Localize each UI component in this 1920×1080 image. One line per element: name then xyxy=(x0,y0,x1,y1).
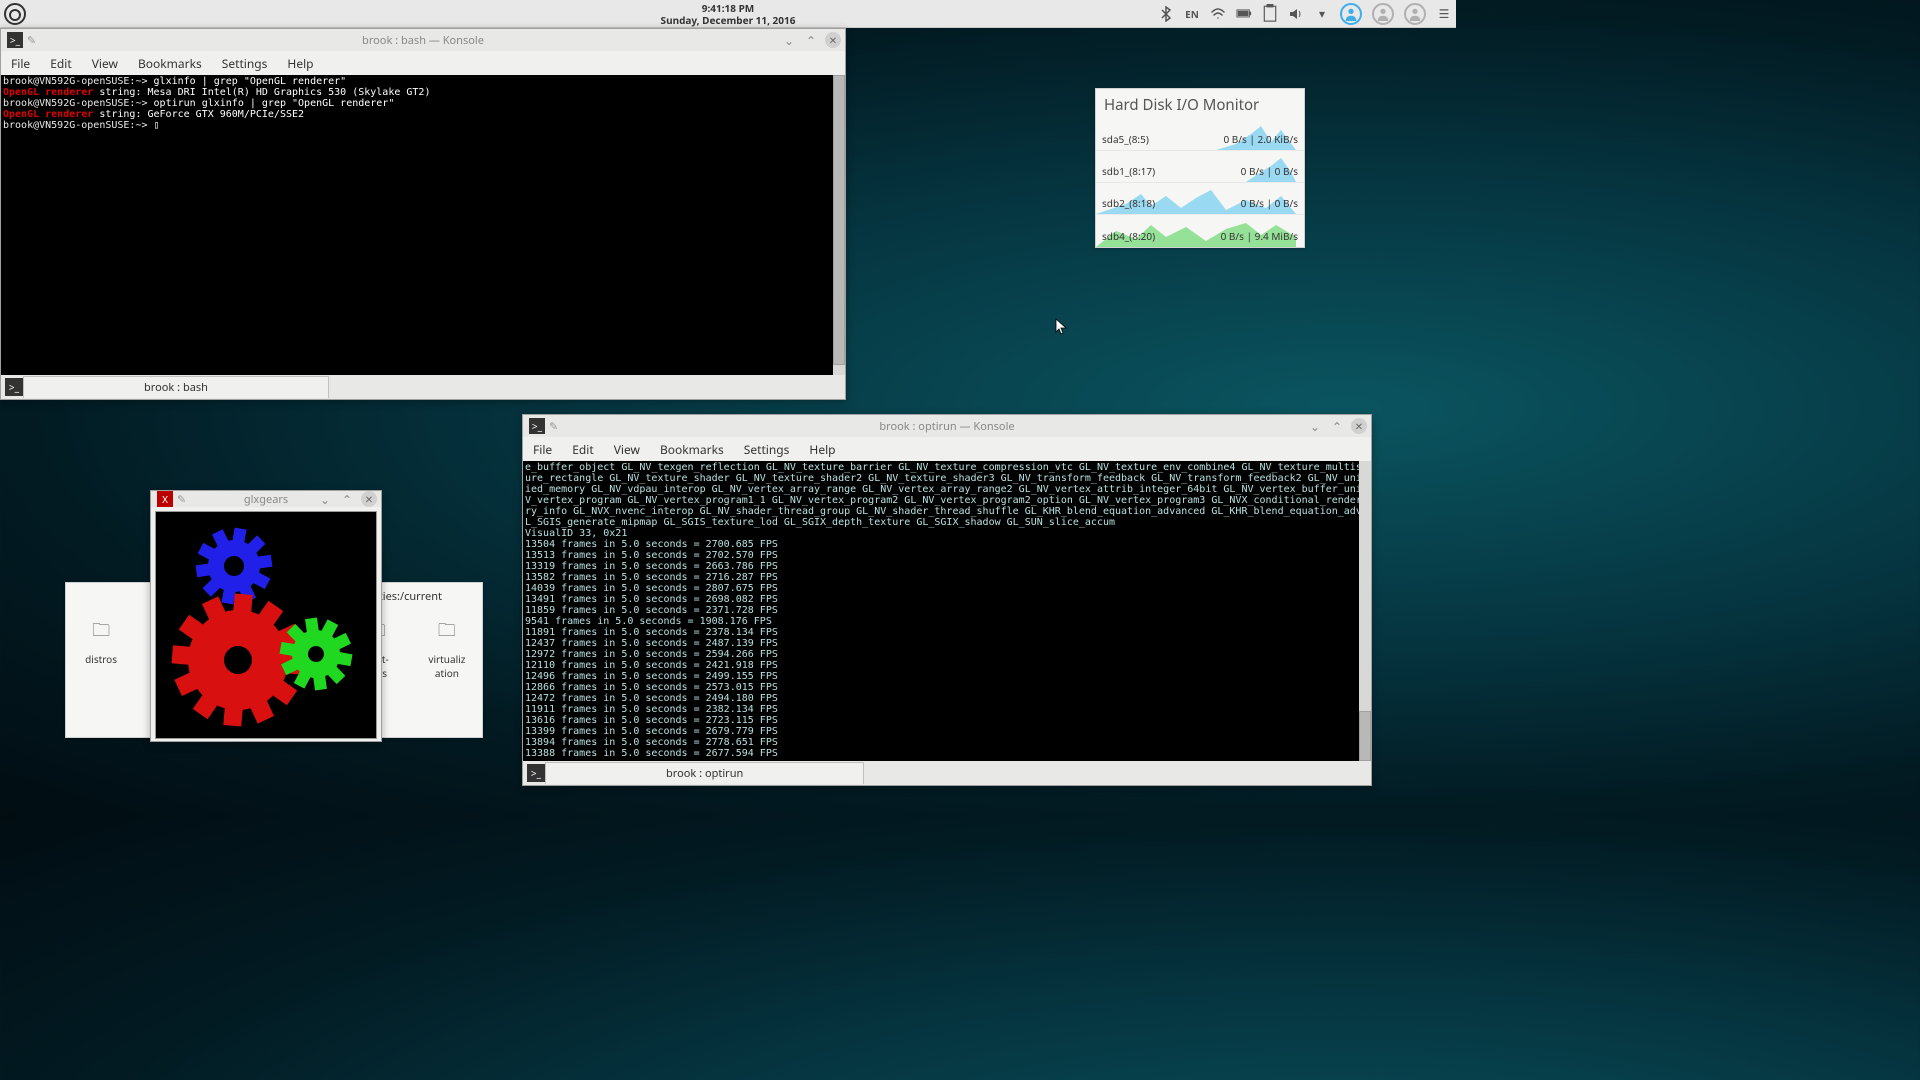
folder-icon: 🗀 xyxy=(420,618,474,648)
cursor-icon xyxy=(1055,318,1069,341)
tab[interactable]: brook : optirun xyxy=(545,762,864,784)
keyboard-lang[interactable]: EN xyxy=(1184,6,1200,22)
scrollbar[interactable] xyxy=(833,75,845,375)
opensuse-logo-icon[interactable] xyxy=(4,3,26,25)
disk-io-monitor-widget[interactable]: Hard Disk I/O Monitor sda5_(8:5) 0 B/s |… xyxy=(1095,88,1305,248)
menu-file[interactable]: File xyxy=(533,441,552,458)
konsole-window-2[interactable]: >_ ✎ brook : optirun — Konsole ⌄ ⌃ ✕ Fil… xyxy=(522,414,1372,786)
x-icon: X xyxy=(157,491,173,507)
maximize-button[interactable]: ⌃ xyxy=(803,32,819,48)
battery-icon[interactable] xyxy=(1236,6,1252,22)
menu-help[interactable]: Help xyxy=(287,55,313,72)
menubar: File Edit View Bookmarks Settings Help xyxy=(523,437,1371,461)
disk-row-sdb1: sdb1_(8:17) 0 B/s | 0 B/s xyxy=(1096,151,1304,183)
menu-edit[interactable]: Edit xyxy=(572,441,593,458)
disk-row-sda5: sda5_(8:5) 0 B/s | 2.0 KiB/s xyxy=(1096,119,1304,151)
disk-row-sdb4: sdb4_(8:20) 0 B/s | 9.4 MiB/s xyxy=(1096,215,1304,247)
titlebar[interactable]: >_ ✎ brook : optirun — Konsole ⌄ ⌃ ✕ xyxy=(523,415,1371,437)
terminal-icon: >_ xyxy=(7,32,23,48)
widget-title: Hard Disk I/O Monitor xyxy=(1096,89,1304,119)
terminal-icon: >_ xyxy=(529,418,545,434)
maximize-button[interactable]: ⌃ xyxy=(1329,418,1345,434)
tab[interactable]: brook : bash xyxy=(23,376,329,398)
clipboard-icon[interactable] xyxy=(1262,6,1278,22)
new-tab-button[interactable]: >_ xyxy=(5,378,23,396)
tabbar: >_ brook : optirun xyxy=(523,761,1371,785)
menu-icon[interactable]: ☰ xyxy=(1436,6,1452,22)
minimize-button[interactable]: ⌄ xyxy=(1307,418,1323,434)
clock[interactable]: 9:41:18 PM Sunday, December 11, 2016 xyxy=(661,2,796,26)
terminal-output[interactable]: brook@VN592G-openSUSE:~> glxinfo | grep … xyxy=(1,75,845,375)
menu-edit[interactable]: Edit xyxy=(50,55,71,72)
tabbar: >_ brook : bash xyxy=(1,375,845,399)
menu-view[interactable]: View xyxy=(614,441,640,458)
glxgears-window[interactable]: X ✎ glxgears ⌄ ⌃ ✕ xyxy=(150,490,382,742)
konsole-window-1[interactable]: >_ ✎ brook : bash — Konsole ⌄ ⌃ ✕ File E… xyxy=(0,28,846,400)
menu-bookmarks[interactable]: Bookmarks xyxy=(138,55,202,72)
close-button[interactable]: ✕ xyxy=(361,491,377,507)
menu-view[interactable]: View xyxy=(92,55,118,72)
folder-icon: 🗀 xyxy=(74,618,128,648)
gear-blue-icon xyxy=(190,522,278,610)
bluetooth-icon[interactable] xyxy=(1158,6,1174,22)
menu-file[interactable]: File xyxy=(11,55,30,72)
date: Sunday, December 11, 2016 xyxy=(661,14,796,26)
maximize-button[interactable]: ⌃ xyxy=(339,491,355,507)
disk-row-sdb2: sdb2_(8:18) 0 B/s | 0 B/s xyxy=(1096,183,1304,215)
minimize-button[interactable]: ⌄ xyxy=(781,32,797,48)
folder-item-distros[interactable]: 🗀 distros xyxy=(74,618,128,680)
close-button[interactable]: ✕ xyxy=(825,32,841,48)
menubar: File Edit View Bookmarks Settings Help xyxy=(1,51,845,75)
new-tab-button[interactable]: >_ xyxy=(527,764,545,782)
window-title: brook : bash — Konsole xyxy=(362,33,484,48)
wifi-icon[interactable] xyxy=(1210,6,1226,22)
tray-expand-icon[interactable]: ▾ xyxy=(1314,6,1330,22)
menu-bookmarks[interactable]: Bookmarks xyxy=(660,441,724,458)
titlebar[interactable]: >_ ✎ brook : bash — Konsole ⌄ ⌃ ✕ xyxy=(1,29,845,51)
top-panel: 9:41:18 PM Sunday, December 11, 2016 EN … xyxy=(0,0,1456,28)
pin-icon[interactable]: ✎ xyxy=(177,492,186,507)
minimize-button[interactable]: ⌄ xyxy=(317,491,333,507)
folder-item-virtualization[interactable]: 🗀 virtualiz ation xyxy=(420,618,474,680)
terminal-output[interactable]: e_buffer_object GL_NV_texgen_reflection … xyxy=(523,461,1371,761)
menu-help[interactable]: Help xyxy=(809,441,835,458)
menu-settings[interactable]: Settings xyxy=(222,55,268,72)
user-avatar-1[interactable] xyxy=(1340,3,1362,25)
pin-icon[interactable]: ✎ xyxy=(27,33,36,48)
window-title: brook : optirun — Konsole xyxy=(879,419,1014,434)
volume-icon[interactable] xyxy=(1288,6,1304,22)
user-avatar-2[interactable] xyxy=(1372,3,1394,25)
close-button[interactable]: ✕ xyxy=(1351,418,1367,434)
gear-red-icon xyxy=(166,588,309,731)
gear-green-icon xyxy=(275,613,357,694)
menu-settings[interactable]: Settings xyxy=(744,441,790,458)
window-title: glxgears xyxy=(244,492,288,507)
scrollbar[interactable] xyxy=(1359,461,1371,761)
glxgears-canvas xyxy=(155,511,377,739)
pin-icon[interactable]: ✎ xyxy=(549,419,558,434)
titlebar[interactable]: X ✎ glxgears ⌄ ⌃ ✕ xyxy=(151,491,381,507)
user-avatar-3[interactable] xyxy=(1404,3,1426,25)
